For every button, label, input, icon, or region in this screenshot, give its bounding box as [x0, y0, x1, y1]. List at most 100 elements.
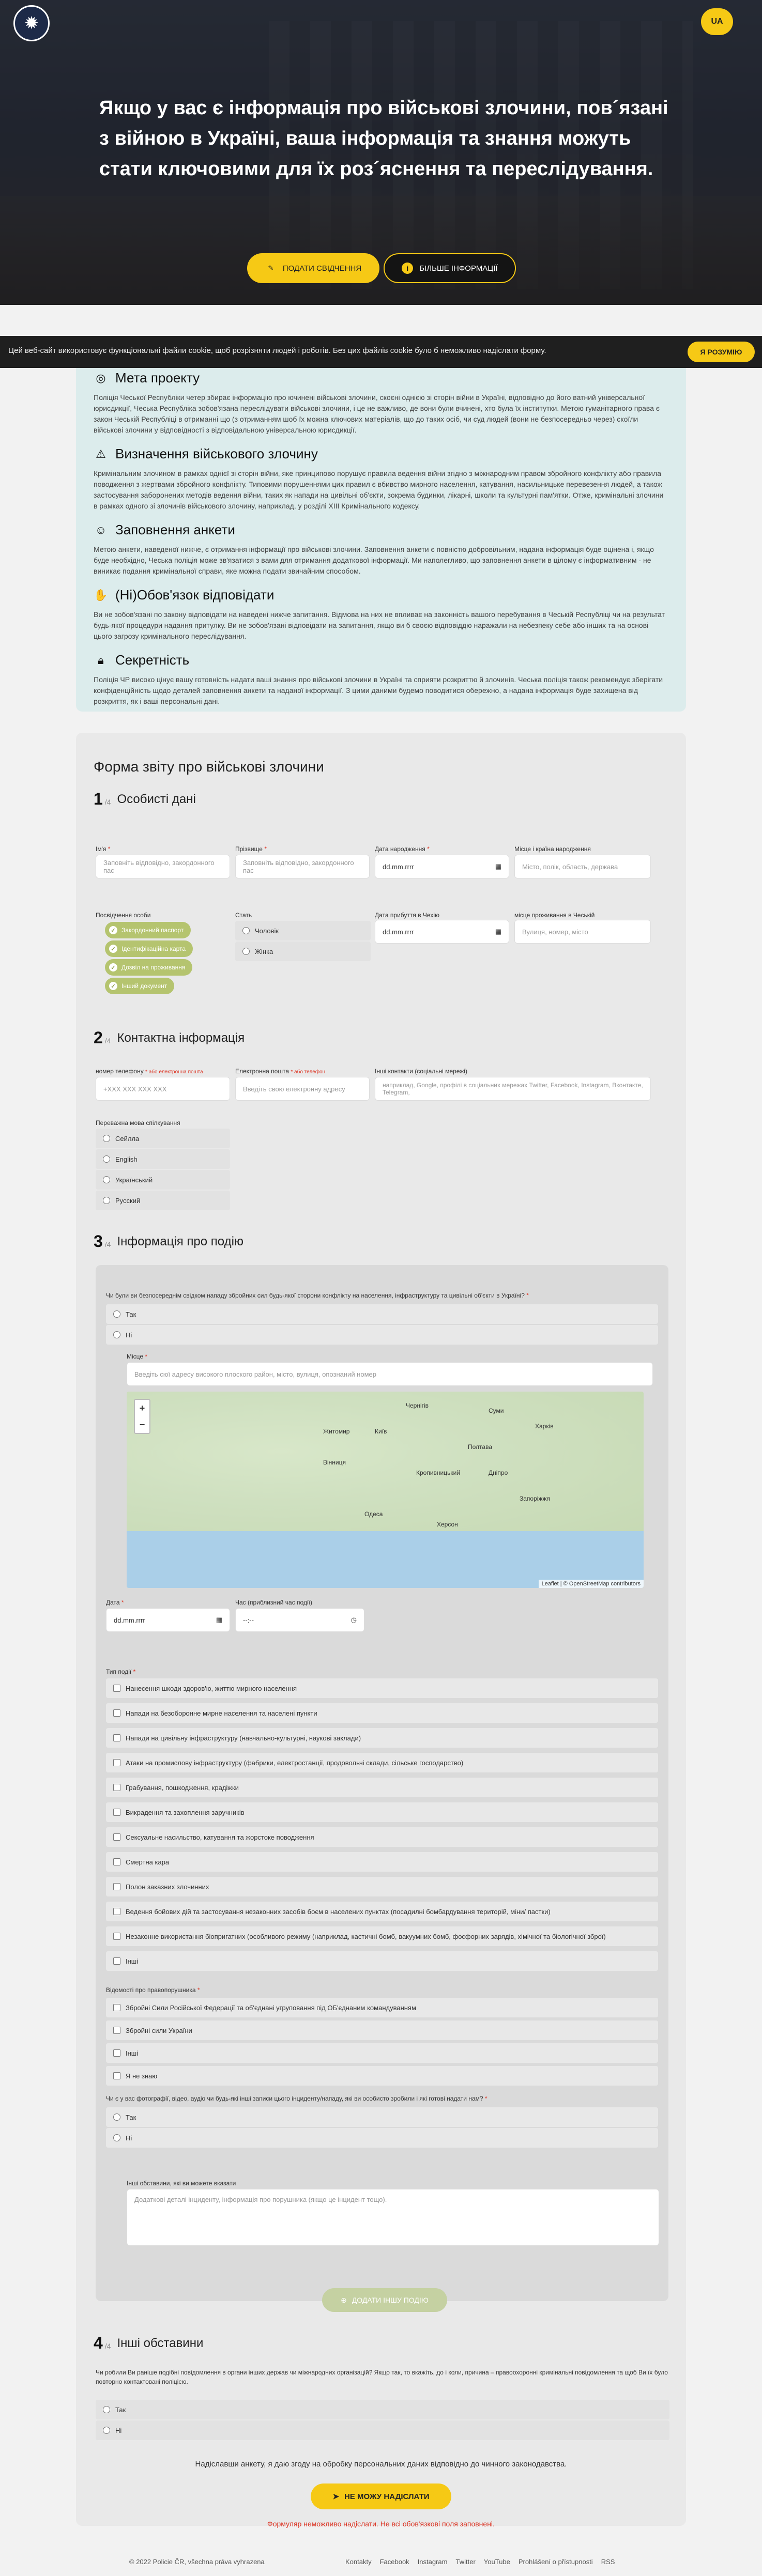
- witness-yes-radio[interactable]: Так: [106, 1304, 658, 1324]
- checkbox[interactable]: [113, 1784, 120, 1791]
- map-label: Житомир: [323, 1428, 350, 1435]
- map-zoom-control[interactable]: + −: [134, 1399, 150, 1434]
- other-contacts-input[interactable]: наприклад, Google, профілі в соціальних …: [375, 1077, 651, 1101]
- event-type-checkbox[interactable]: Полон заказних злочинних: [106, 1877, 658, 1896]
- event-type-checkbox[interactable]: Смертна кара: [106, 1852, 658, 1872]
- checkbox[interactable]: [113, 1833, 120, 1841]
- calendar-icon: ▦: [495, 862, 501, 870]
- footer-link-youtube[interactable]: YouTube: [484, 2558, 510, 2566]
- event-type-checkbox[interactable]: Напади на цивільну інфраструктуру (навча…: [106, 1728, 658, 1748]
- other-contacts-label: Інші контакти (соціальні мережі): [375, 1068, 467, 1075]
- footer-link-contacts[interactable]: Kontakty: [345, 2558, 372, 2566]
- checkbox[interactable]: [113, 1709, 120, 1717]
- residence-input[interactable]: Вулиця, номер, місто: [514, 920, 651, 944]
- event-type-checkbox[interactable]: Напади на безоборонне мирне населення та…: [106, 1703, 658, 1723]
- phone-input[interactable]: +XXX XXX XXX XXX: [96, 1077, 230, 1101]
- offender-checkbox[interactable]: Я не знаю: [106, 2066, 658, 2086]
- lang-option-2[interactable]: English: [96, 1149, 230, 1169]
- checkbox[interactable]: [113, 2049, 120, 2057]
- date-label: Дата *: [106, 1599, 124, 1606]
- event-type-checkbox[interactable]: Інші: [106, 1951, 658, 1971]
- zoom-out-button[interactable]: −: [140, 1420, 145, 1430]
- zoom-in-button[interactable]: +: [140, 1403, 145, 1414]
- info-panel: ◎ Мета проекту Поліція Чеської Республіки…: [76, 368, 686, 712]
- event-type-checkbox[interactable]: Сексуальне насильство, катування та жорс…: [106, 1827, 658, 1847]
- footer-link-twitter[interactable]: Twitter: [456, 2558, 476, 2566]
- other-reports-no-radio[interactable]: Ні: [96, 2420, 669, 2440]
- event-type-checkbox[interactable]: Викрадення та захоплення заручників: [106, 1802, 658, 1822]
- lang-option-4[interactable]: Русский: [96, 1191, 230, 1210]
- checkbox[interactable]: [113, 1759, 120, 1766]
- info-definition: ⚠ Визначення військового злочину Кримінал…: [94, 446, 664, 510]
- photos-yes-radio[interactable]: Так: [106, 2107, 658, 2127]
- id-label: Посвідчення особи: [96, 912, 151, 919]
- checkbox[interactable]: [113, 1734, 120, 1741]
- incident-map[interactable]: + − Київ Харків Дніпро Одеса Суми Полтава…: [127, 1392, 644, 1588]
- language-switch[interactable]: UA: [701, 8, 733, 35]
- offender-checkbox[interactable]: Інші: [106, 2043, 658, 2063]
- map-attribution[interactable]: Leaflet | © OpenStreetMap contributors: [538, 1580, 644, 1588]
- id-tag-other[interactable]: ✓ Інший документ: [105, 978, 175, 994]
- checkbox[interactable]: [113, 1883, 120, 1890]
- extra-info-textarea[interactable]: Додаткові деталі інциденту, інформація п…: [127, 2189, 659, 2246]
- name-input[interactable]: Заповніть відповідно, закордонного пас: [96, 855, 230, 878]
- other-reports-yes-radio[interactable]: Так: [96, 2400, 669, 2419]
- footer-link-accessibility[interactable]: Prohlášení o přístupnosti: [519, 2558, 593, 2566]
- checkbox[interactable]: [113, 1685, 120, 1692]
- add-event-button[interactable]: ⊕ ДОДАТИ ІНШУ ПОДІЮ: [322, 2288, 447, 2312]
- form-title: Форма звіту про військові злочини: [94, 759, 324, 775]
- footer-link-facebook[interactable]: Facebook: [380, 2558, 409, 2566]
- cookie-accept-button[interactable]: Я РОЗУМІЮ: [688, 342, 755, 362]
- event-time-input[interactable]: --:-- ◷: [235, 1608, 364, 1632]
- step-2-header: 2/4 Контактна інформація: [94, 1028, 245, 1047]
- sex-male-radio[interactable]: Чоловік: [235, 921, 371, 940]
- clock-icon: ◷: [350, 1616, 357, 1624]
- offender-checkbox[interactable]: Збройні сили України: [106, 2020, 658, 2040]
- event-type-checkbox[interactable]: Грабування, пошкодження, крадіжки: [106, 1778, 658, 1797]
- lang-option-3[interactable]: Український: [96, 1170, 230, 1190]
- checkbox[interactable]: [113, 2027, 120, 2034]
- checkbox[interactable]: [113, 2004, 120, 2011]
- footer-link-rss[interactable]: RSS: [601, 2558, 615, 2566]
- surname-label: Прізвище *: [235, 845, 267, 853]
- event-type-checkbox[interactable]: Ведення бойових дій та застосування неза…: [106, 1902, 658, 1921]
- event-date-input[interactable]: dd.mm.rrrr ▦: [106, 1608, 230, 1632]
- submit-button[interactable]: ➤ НЕ МОЖУ НАДІСЛАТИ: [311, 2484, 451, 2509]
- checkbox[interactable]: [113, 1858, 120, 1865]
- residence-label: місце проживання в Чеській: [514, 912, 595, 919]
- birthplace-input[interactable]: Місто, полік, область, держава: [514, 855, 651, 878]
- id-tag-passport[interactable]: ✓ Закордонний паспорт: [105, 922, 191, 938]
- more-info-button[interactable]: i БІЛЬШЕ ІНФОРМАЦІЇ: [384, 253, 516, 283]
- id-tag-residence[interactable]: ✓ Дозвіл на проживання: [105, 959, 193, 976]
- checkbox[interactable]: [113, 1809, 120, 1816]
- birthdate-input[interactable]: dd.mm.rrrr ▦: [375, 855, 509, 878]
- checkbox[interactable]: [113, 1908, 120, 1915]
- arrival-input[interactable]: dd.mm.rrrr ▦: [375, 920, 509, 944]
- id-tag-idcard[interactable]: ✓ Ідентифікаційна карта: [105, 940, 193, 957]
- map-label: Кропивницький: [416, 1469, 461, 1476]
- police-logo[interactable]: ✹: [13, 5, 50, 41]
- event-type-checkbox[interactable]: Незаконне використання біопригатних (осо…: [106, 1926, 658, 1946]
- lang-option-1[interactable]: Сейлла: [96, 1129, 230, 1148]
- email-input[interactable]: Введіть свою електронну адресу: [235, 1077, 370, 1101]
- report-button[interactable]: ✎ ПОДАТИ СВІДЧЕННЯ: [247, 253, 379, 283]
- photos-no-radio[interactable]: Ні: [106, 2128, 658, 2148]
- consent-text: Надіславши анкету, я даю згоду на обробк…: [195, 2460, 567, 2469]
- hero-title: Якщо у вас є інформація про військові зл…: [99, 97, 668, 180]
- checkbox[interactable]: [113, 1957, 120, 1965]
- event-type-checkbox[interactable]: Нанесення шкоди здоров'ю, життю мирного …: [106, 1678, 658, 1698]
- place-input[interactable]: Введіть сюї адресу високого плоского рай…: [127, 1362, 653, 1386]
- surname-input[interactable]: Заповніть відповідно, закордонного пас: [235, 855, 370, 878]
- checkbox[interactable]: [113, 2072, 120, 2079]
- event-type-checkbox[interactable]: Атаки на промислову інфраструктуру (фабр…: [106, 1753, 658, 1772]
- photos-question: Чи є у вас фотографії, відео, аудіо чи б…: [106, 2095, 487, 2102]
- place-label: Місце *: [127, 1353, 148, 1360]
- footer-link-instagram[interactable]: Instagram: [418, 2558, 448, 2566]
- witness-no-radio[interactable]: Ні: [106, 1325, 658, 1345]
- sex-female-radio[interactable]: Жінка: [235, 942, 371, 961]
- checkbox[interactable]: [113, 1933, 120, 1940]
- footer: © 2022 Policie ČR, všechna práva vyhraze…: [0, 2548, 762, 2576]
- offender-checkbox[interactable]: Збройні Сили Російської Федерації та об'…: [106, 1998, 658, 2017]
- step-1-header: 1/4 Особисті дані: [94, 790, 196, 808]
- map-label: Вінниця: [323, 1459, 346, 1466]
